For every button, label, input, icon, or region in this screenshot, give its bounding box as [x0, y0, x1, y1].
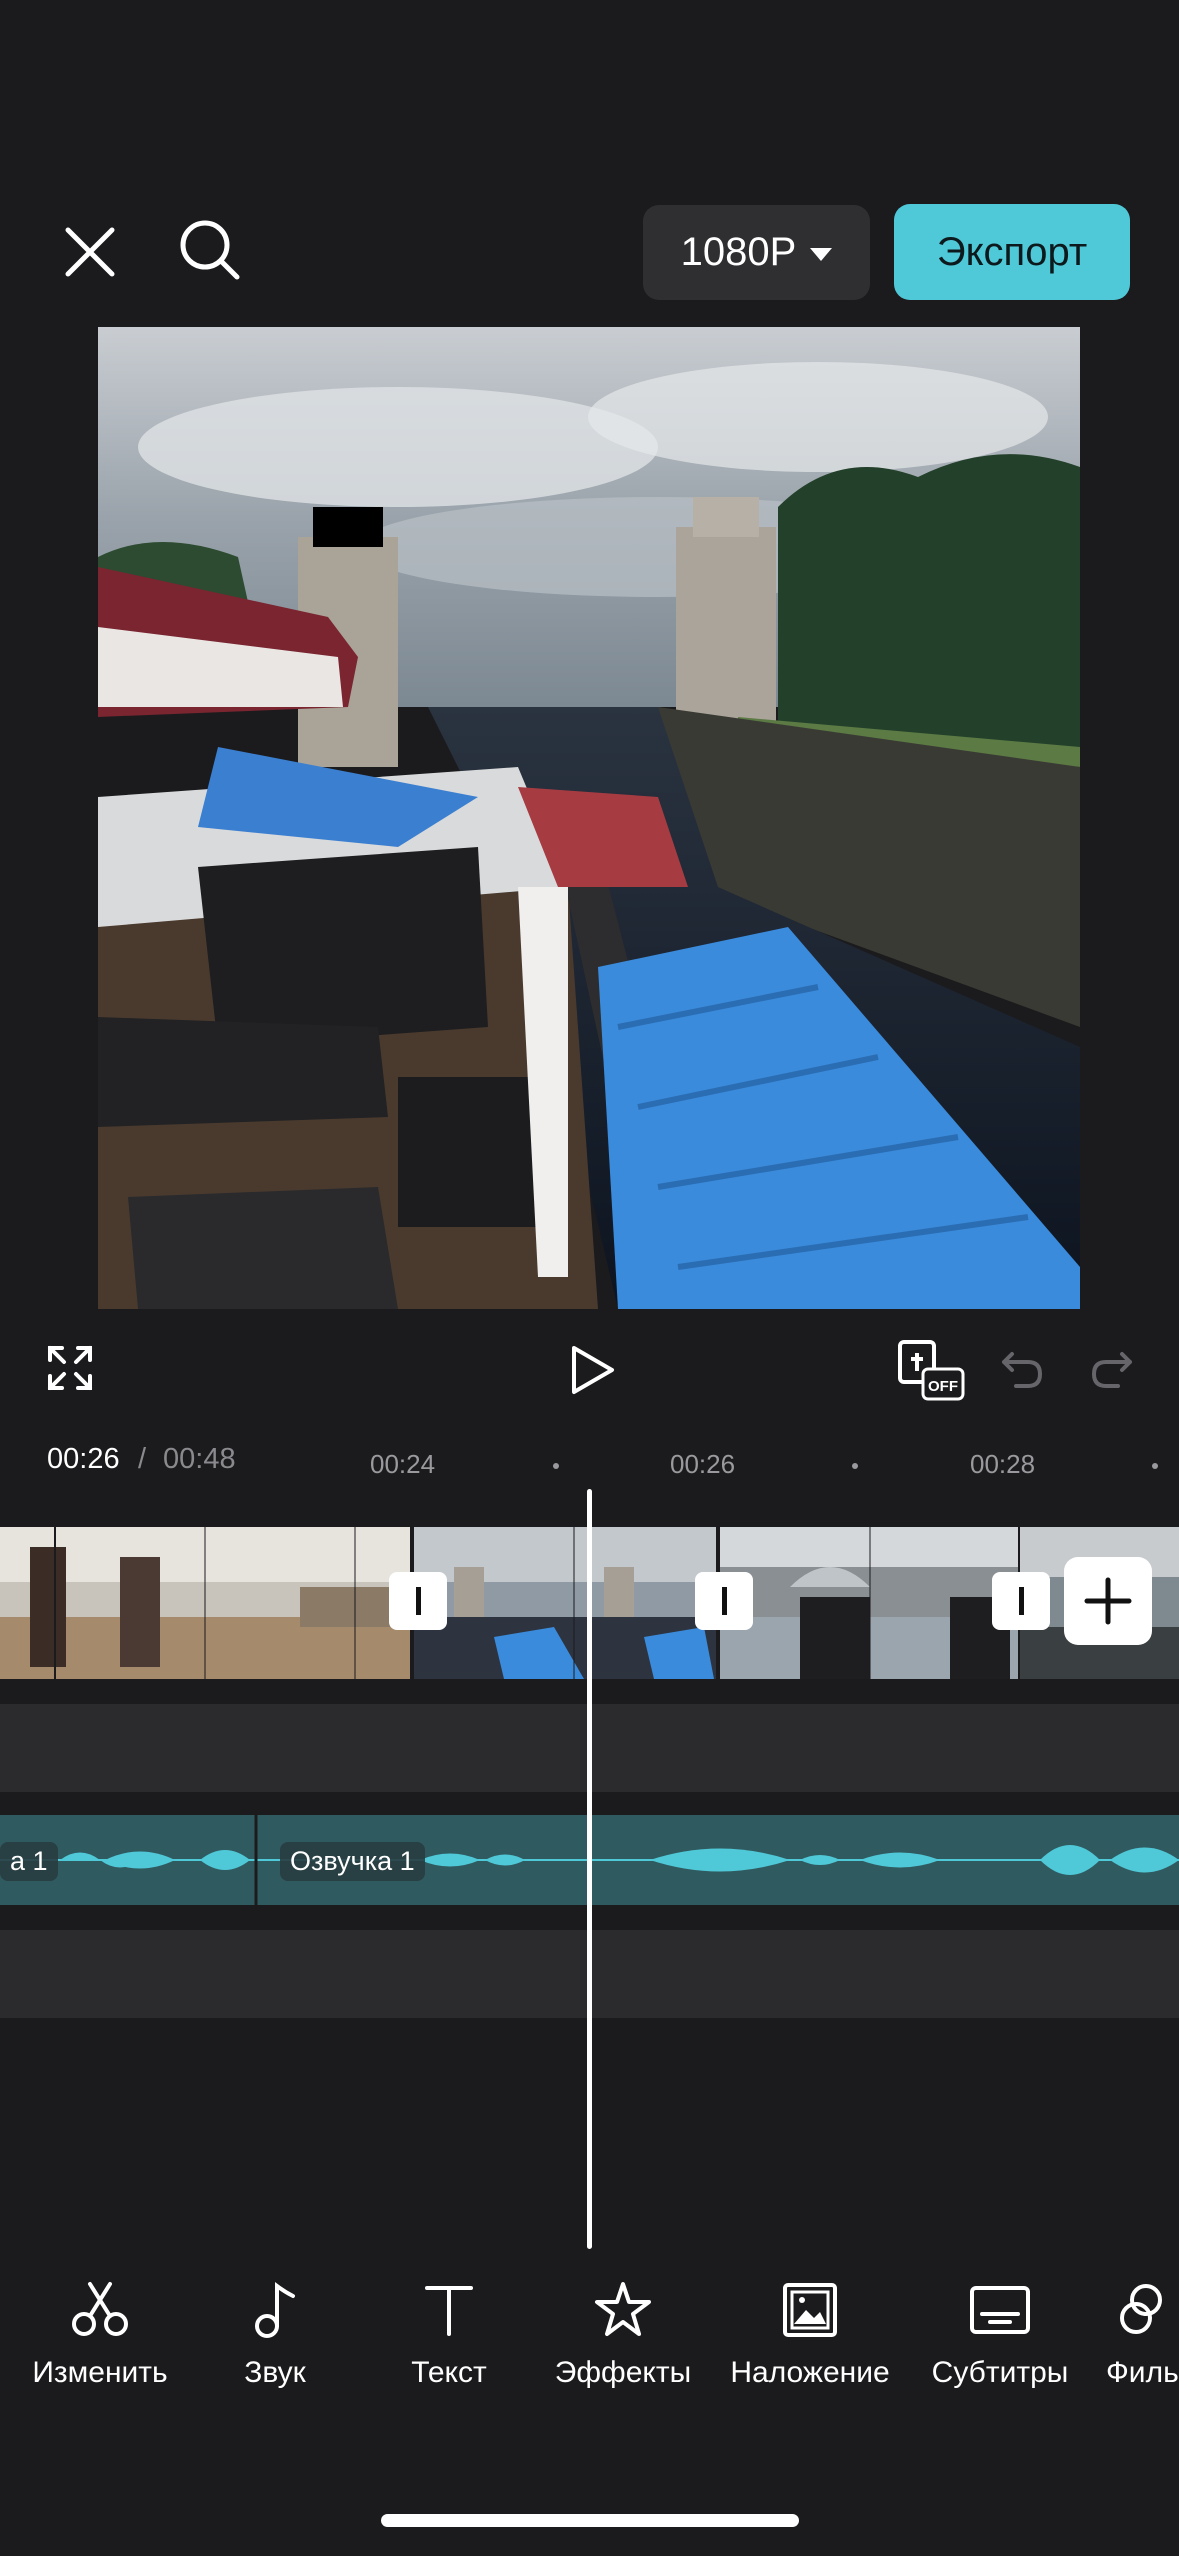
- tool-edit[interactable]: Изменить: [22, 2280, 178, 2390]
- tool-label: Звук: [244, 2356, 306, 2389]
- tool-label: Субтитры: [931, 2356, 1069, 2389]
- search-icon: [180, 220, 240, 280]
- overlay-image-icon: [783, 2283, 837, 2337]
- resolution-label: 1080P: [680, 230, 797, 274]
- fullscreen-icon: [48, 1346, 92, 1390]
- subtitles-icon: [970, 2286, 1030, 2334]
- text-icon: [425, 2286, 473, 2336]
- video-clip-bridge[interactable]: [720, 1527, 1018, 1679]
- resolution-dropdown[interactable]: 1080P: [643, 205, 870, 300]
- export-button[interactable]: Экспорт: [894, 204, 1130, 300]
- chevron-down-icon: [810, 248, 833, 261]
- close-icon: [65, 227, 115, 277]
- tool-effects[interactable]: Эффекты: [548, 2280, 698, 2390]
- scissors-icon: [72, 2282, 128, 2336]
- transition-button[interactable]: [389, 1572, 447, 1630]
- redo-icon: [1092, 1352, 1132, 1388]
- ruler-dot: [553, 1463, 559, 1469]
- plus-icon: [1084, 1577, 1132, 1625]
- search-button[interactable]: [172, 212, 248, 288]
- play-button[interactable]: [560, 1338, 624, 1402]
- tool-subtitles[interactable]: Субтитры: [922, 2280, 1078, 2390]
- current-time: 00:26: [47, 1443, 120, 1475]
- ruler-tick: 00:24: [370, 1449, 436, 1479]
- time-separator: /: [138, 1443, 147, 1475]
- tool-overlay[interactable]: Наложение: [720, 2280, 900, 2390]
- transition-button[interactable]: [992, 1572, 1050, 1630]
- play-icon: [572, 1346, 614, 1394]
- keyframe-off-icon: OFF: [898, 1340, 965, 1401]
- close-button[interactable]: [56, 218, 124, 286]
- home-indicator[interactable]: [381, 2514, 799, 2527]
- keyframe-off-button[interactable]: OFF: [896, 1338, 968, 1402]
- fullscreen-button[interactable]: [40, 1338, 100, 1398]
- preview-frame-image: [98, 327, 1080, 1309]
- ruler-tick: 00:28: [970, 1449, 1036, 1479]
- video-clip-kitchen[interactable]: [0, 1527, 410, 1679]
- tool-label: Эффекты: [554, 2356, 692, 2389]
- add-clip-button[interactable]: [1064, 1557, 1152, 1645]
- tool-text[interactable]: Текст: [396, 2280, 502, 2390]
- undo-icon: [1002, 1352, 1042, 1388]
- audio-clip-label: а 1: [0, 1842, 58, 1881]
- playhead[interactable]: [587, 1489, 592, 2249]
- ruler-dot: [1152, 1463, 1158, 1469]
- tool-label: Текст: [411, 2356, 487, 2389]
- tool-label: Наложение: [730, 2356, 890, 2389]
- ruler-dot: [852, 1463, 858, 1469]
- svg-text:OFF: OFF: [928, 1378, 958, 1395]
- undo-button[interactable]: [994, 1342, 1050, 1398]
- ruler-tick: 00:26: [670, 1449, 736, 1479]
- redo-button[interactable]: [1084, 1342, 1140, 1398]
- tool-filters[interactable]: Филь: [1106, 2280, 1179, 2390]
- total-time: 00:48: [163, 1443, 236, 1475]
- star-effects-icon: [595, 2282, 651, 2336]
- bottom-toolbar: Изменить Звук Текст Эффекты Наложение Су…: [0, 2280, 1179, 2420]
- transition-button[interactable]: [695, 1572, 753, 1630]
- filters-icon: [1120, 2284, 1162, 2334]
- playback-controls: OFF: [0, 1320, 1179, 1420]
- tool-sound[interactable]: Звук: [222, 2280, 328, 2390]
- audio-clip-label: Озвучка 1: [280, 1842, 425, 1881]
- music-note-icon: [255, 2282, 295, 2338]
- video-clip-river-lock[interactable]: [414, 1527, 716, 1679]
- video-preview[interactable]: [98, 327, 1080, 1309]
- tool-label: Изменить: [32, 2356, 168, 2389]
- tool-label: Филь: [1106, 2356, 1179, 2389]
